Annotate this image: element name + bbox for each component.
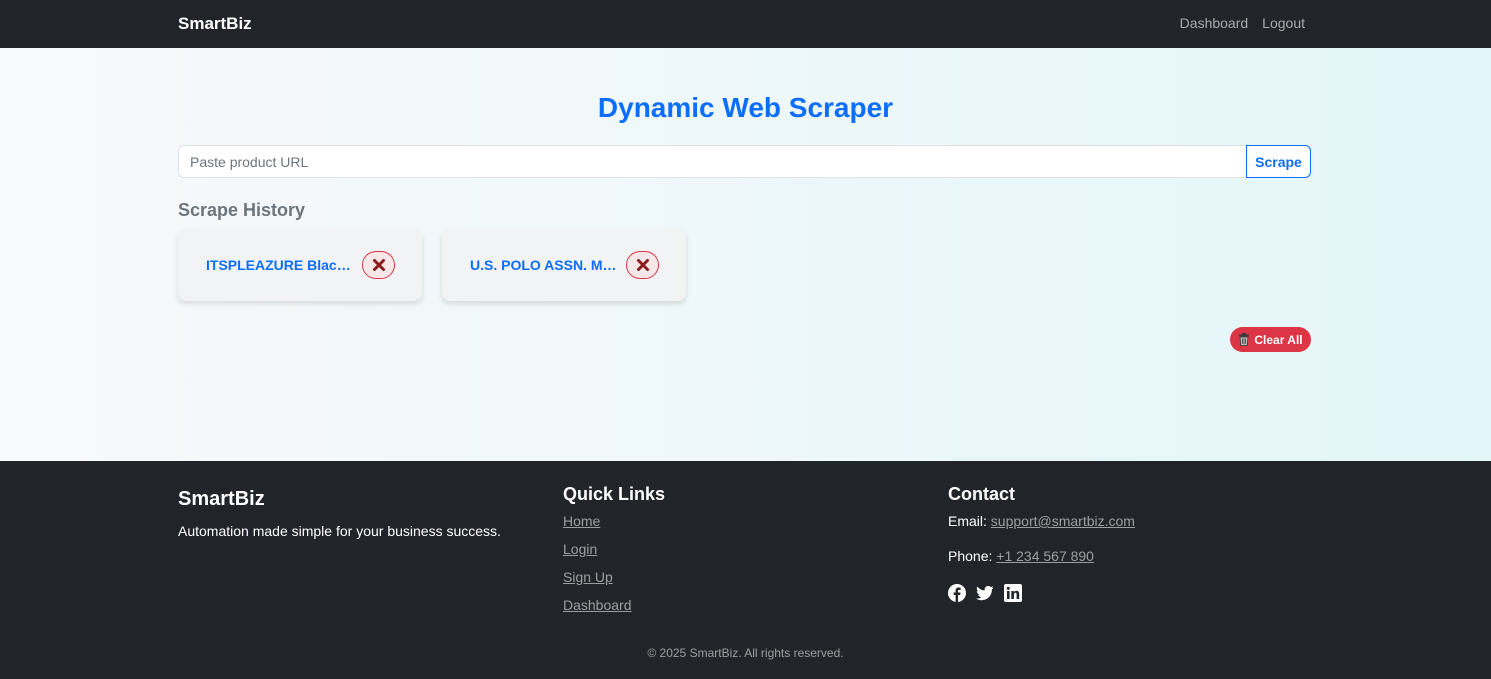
twitter-icon[interactable] <box>976 584 994 602</box>
history-list: ITSPLEAZURE Black 2... U.S. POLO ASSN. M… <box>178 229 686 301</box>
footer-link-dashboard[interactable]: Dashboard <box>563 597 632 625</box>
footer-link-login[interactable]: Login <box>563 541 632 569</box>
email-link[interactable]: support@smartbiz.com <box>991 513 1135 529</box>
footer: SmartBiz Automation made simple for your… <box>0 461 1491 679</box>
quick-links-list: Home Login Sign Up Dashboard <box>563 513 632 625</box>
history-item-link[interactable]: U.S. POLO ASSN. Me... <box>470 257 618 273</box>
nav-link-dashboard[interactable]: Dashboard <box>1180 15 1249 31</box>
close-icon <box>372 259 385 271</box>
history-title: Scrape History <box>178 200 306 220</box>
facebook-icon[interactable] <box>948 584 966 602</box>
phone-link[interactable]: +1 234 567 890 <box>996 548 1094 564</box>
url-search-group: Scrape <box>178 145 1311 178</box>
contact-title: Contact <box>948 484 1015 504</box>
footer-link-home[interactable]: Home <box>563 513 632 541</box>
history-item-link[interactable]: ITSPLEAZURE Black 2... <box>206 257 354 273</box>
nav-link-logout[interactable]: Logout <box>1262 15 1305 31</box>
clear-all-button[interactable]: Clear All <box>1230 327 1311 352</box>
navbar-brand[interactable]: SmartBiz <box>178 14 252 34</box>
clear-all-label: Clear All <box>1254 332 1303 347</box>
email-label: Email: <box>948 513 987 529</box>
copyright: © 2025 SmartBiz. All rights reserved. <box>647 646 844 660</box>
scrape-button[interactable]: Scrape <box>1246 145 1311 178</box>
footer-tagline: Automation made simple for your business… <box>178 523 501 539</box>
close-icon <box>636 259 649 271</box>
phone-label: Phone: <box>948 548 993 564</box>
url-input[interactable] <box>178 145 1246 178</box>
nav-links: Dashboard Logout <box>1180 15 1305 31</box>
trash-icon <box>1239 333 1250 346</box>
footer-brand: SmartBiz <box>178 488 265 510</box>
history-card: U.S. POLO ASSN. Me... <box>442 229 686 301</box>
contact-email: Email: support@smartbiz.com <box>948 513 1135 529</box>
quick-links-title: Quick Links <box>563 484 666 504</box>
footer-link-signup[interactable]: Sign Up <box>563 569 632 597</box>
contact-phone: Phone: +1 234 567 890 <box>948 548 1094 564</box>
navbar: SmartBiz Dashboard Logout <box>0 0 1491 48</box>
remove-history-button[interactable] <box>626 251 659 279</box>
page-title: Dynamic Web Scraper <box>597 92 894 123</box>
linkedin-icon[interactable] <box>1004 584 1022 602</box>
history-card: ITSPLEAZURE Black 2... <box>178 229 422 301</box>
main-content: Dynamic Web Scraper Scrape Scrape Histor… <box>0 48 1491 461</box>
remove-history-button[interactable] <box>362 251 395 279</box>
social-links <box>948 584 1022 602</box>
